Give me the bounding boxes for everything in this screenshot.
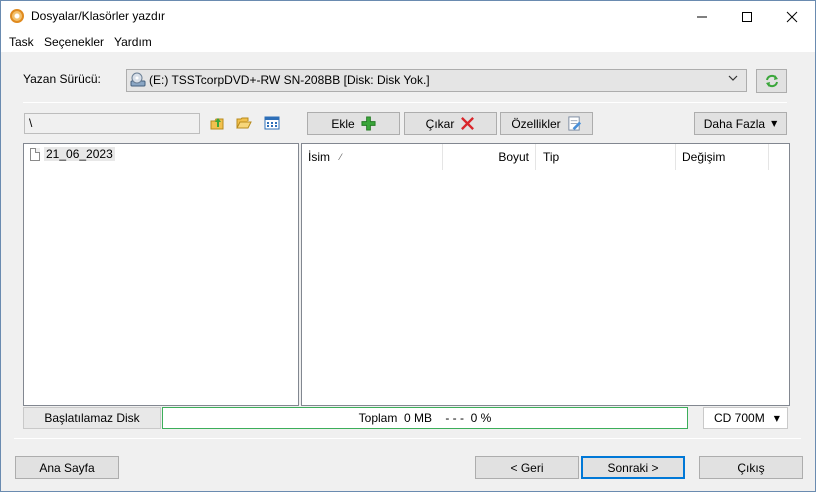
- menu-bar: Task Seçenekler Yardım: [1, 32, 815, 52]
- drive-label: Yazan Sürücü:: [23, 72, 101, 86]
- window-title: Dosyalar/Klasörler yazdır: [31, 9, 166, 23]
- open-folder-icon[interactable]: [236, 115, 252, 131]
- app-disc-icon: [10, 9, 24, 23]
- app-window: Dosyalar/Klasörler yazdır Task Seçenekle…: [0, 0, 816, 492]
- home-button[interactable]: Ana Sayfa: [15, 456, 119, 479]
- column-header-name[interactable]: İsim ⁄: [302, 144, 443, 170]
- title-bar: Dosyalar/Klasörler yazdır: [1, 1, 815, 32]
- media-size-value: CD 700M: [714, 411, 765, 425]
- sort-indicator-icon: ⁄: [340, 152, 342, 162]
- next-button[interactable]: Sonraki >: [581, 456, 685, 479]
- refresh-button[interactable]: [756, 69, 787, 93]
- more-button[interactable]: Daha Fazla ▼: [694, 112, 787, 135]
- close-icon: [786, 11, 798, 22]
- disk-status: Başlatılamaz Disk: [23, 407, 161, 429]
- delete-x-icon: [461, 117, 475, 130]
- close-button[interactable]: [769, 1, 815, 32]
- path-field[interactable]: \: [24, 113, 200, 134]
- minimize-button[interactable]: [679, 1, 725, 32]
- details-view-icon[interactable]: [264, 115, 280, 131]
- back-button[interactable]: < Geri: [475, 456, 579, 479]
- file-list[interactable]: İsim ⁄ Boyut Tip Değişim: [301, 143, 790, 406]
- capacity-bar: Toplam 0 MB - - - 0 %: [162, 407, 688, 429]
- tree-item[interactable]: 21_06_2023: [30, 147, 115, 161]
- column-modified-label: Değişim: [682, 150, 726, 164]
- exit-button[interactable]: Çıkış: [699, 456, 803, 479]
- maximize-icon: [742, 11, 752, 22]
- drive-select-value: (E:) TSSTcorpDVD+-RW SN-208BB [Disk: Dis…: [149, 73, 430, 87]
- properties-icon: [568, 116, 581, 131]
- minimize-icon: [697, 16, 707, 17]
- menu-task[interactable]: Task: [9, 35, 34, 49]
- menu-help[interactable]: Yardım: [114, 35, 152, 49]
- dropdown-arrow-icon: ▼: [771, 119, 778, 128]
- separator: [23, 102, 787, 103]
- remove-button-label: Çıkar: [425, 116, 455, 131]
- chevron-down-icon: [728, 73, 738, 86]
- dropdown-arrow-icon: ▼: [773, 413, 780, 423]
- column-header-type[interactable]: Tip: [536, 144, 676, 170]
- more-button-label: Daha Fazla: [703, 116, 766, 131]
- folder-up-icon[interactable]: [209, 115, 225, 131]
- refresh-icon: [765, 74, 778, 88]
- plus-icon: [361, 116, 376, 131]
- menu-options[interactable]: Seçenekler: [44, 35, 104, 49]
- add-button[interactable]: Ekle: [307, 112, 400, 135]
- folder-tree[interactable]: 21_06_2023: [23, 143, 299, 406]
- drive-select[interactable]: (E:) TSSTcorpDVD+-RW SN-208BB [Disk: Dis…: [126, 69, 747, 92]
- properties-button[interactable]: Özellikler: [500, 112, 593, 135]
- maximize-button[interactable]: [724, 1, 770, 32]
- file-icon: [30, 147, 40, 161]
- properties-button-label: Özellikler: [511, 116, 561, 131]
- footer-separator: [14, 438, 801, 439]
- column-size-label: Boyut: [498, 150, 529, 164]
- remove-button[interactable]: Çıkar: [404, 112, 497, 135]
- column-name-label: İsim: [308, 150, 330, 164]
- column-type-label: Tip: [543, 150, 560, 164]
- capacity-total-label: Toplam 0 MB - - - 0 %: [358, 411, 492, 425]
- drive-icon: [130, 72, 146, 87]
- media-size-select[interactable]: CD 700M ▼: [703, 407, 788, 429]
- tree-item-label: 21_06_2023: [44, 147, 115, 161]
- column-header-modified[interactable]: Değişim: [676, 144, 769, 170]
- column-header-size[interactable]: Boyut: [443, 144, 536, 170]
- add-button-label: Ekle: [331, 116, 355, 131]
